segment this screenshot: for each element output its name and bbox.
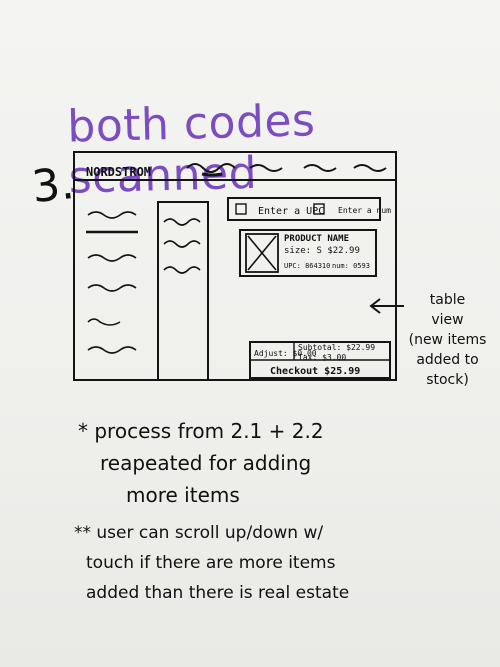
step-number: 3. <box>29 157 77 214</box>
product-num: num: 0593 <box>332 262 370 270</box>
wireframe-upc-hint: Enter a UPC <box>258 206 325 217</box>
note-line: ** user can scroll up/down w/ <box>74 523 324 543</box>
note-line: reapeated for adding <box>100 451 312 475</box>
checkout-button: Checkout $25.99 <box>270 366 361 377</box>
side-note-line: (new items <box>408 332 487 348</box>
notes-block: * process from 2.1 + 2.2 reapeated for a… <box>78 415 324 511</box>
wireframe-num-hint: Enter a num <box>338 206 391 215</box>
whiteboard: both codes scanned 3. NORDSTROM Enter a … <box>0 0 500 667</box>
product-upc: UPC: 864310 <box>284 262 331 270</box>
product-name: PRODUCT NAME <box>284 234 350 244</box>
notes-block-2: ** user can scroll up/down w/ touch if t… <box>74 518 349 608</box>
note-line: * process from 2.1 + 2.2 <box>78 419 324 443</box>
subtotal: Subtotal: $22.99 <box>298 343 376 352</box>
note-line: added than there is real estate <box>86 583 350 603</box>
note-line: more items <box>126 483 240 507</box>
tax: Tax: $3.00 <box>298 353 347 362</box>
side-note-line: table <box>429 292 466 308</box>
product-size-price: size: S $22.99 <box>284 246 360 256</box>
side-note-line: view <box>431 312 464 328</box>
table-view-note: table view (new items added to stock) <box>400 290 495 390</box>
wireframe-brand: NORDSTROM <box>86 165 152 179</box>
side-note-line: added to stock) <box>416 352 479 388</box>
note-line: touch if there are more items <box>86 553 336 573</box>
